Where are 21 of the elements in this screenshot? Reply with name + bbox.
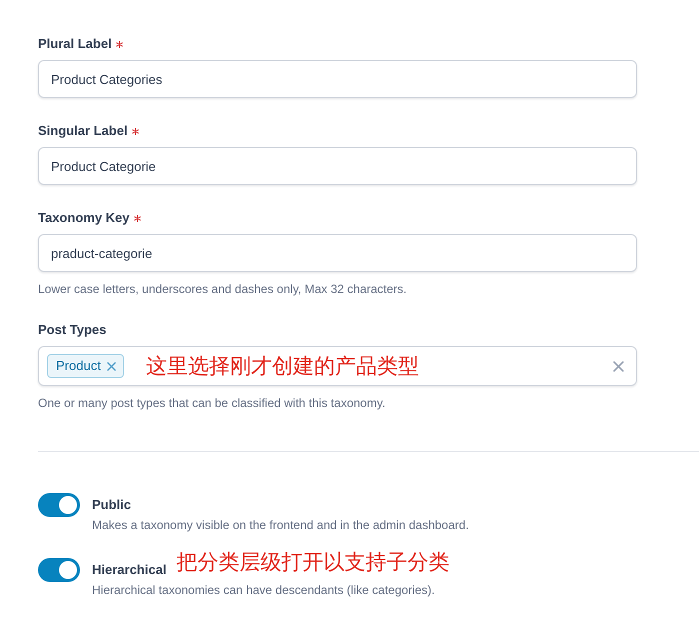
clear-icon[interactable] [613,360,624,372]
toggle-label: Public [92,496,132,514]
field-label: Plural Label [38,35,112,53]
annotation-text: 把分类层级打开以支持子分类 [176,549,450,575]
toggle-switch[interactable] [38,493,80,517]
select-field[interactable]: Product 这里选择刚才创建的产品类型 [38,346,637,386]
help-text: One or many post types that can be classified with this taxonomy. [38,395,386,411]
toggle-switch[interactable] [38,558,80,582]
toggle-label: Hierarchical [92,561,166,579]
field-label: Singular Label [38,122,128,140]
toggle-description: Hierarchical taxonomies can have descendants (like categories). [92,582,436,598]
annotation-text: 这里选择刚才创建的产品类型 [146,353,419,379]
text-field[interactable]: Product Categories [38,60,637,98]
text-field[interactable]: Product Categorie [38,147,637,185]
toggle-description: Makes a taxonomy visible on the frontend and in the admin dashboard. [92,517,470,533]
post-type-tag[interactable]: Product [47,354,124,378]
remove-icon[interactable] [106,362,116,370]
text-field[interactable]: praduct-categorie [38,234,637,272]
field-label: Taxonomy Key [38,209,130,227]
help-text: Lower case letters, underscores and dashes only, Max 32 characters. [38,281,408,297]
field-label: Post Types [38,321,106,339]
